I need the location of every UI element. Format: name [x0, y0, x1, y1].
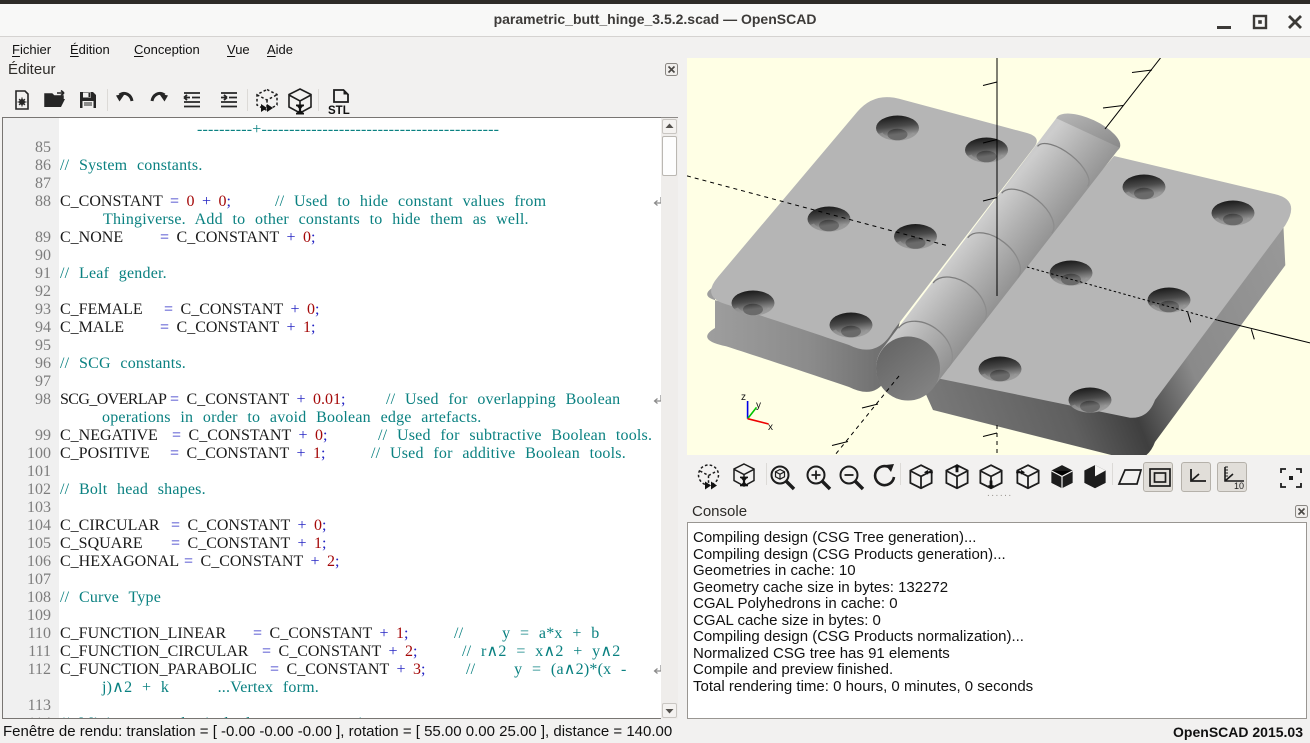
svg-text:10: 10: [1234, 481, 1244, 491]
svg-text:x: x: [768, 422, 773, 433]
svg-text:STL: STL: [328, 105, 350, 116]
svg-text:y: y: [756, 400, 761, 411]
svg-text:z: z: [741, 392, 746, 403]
